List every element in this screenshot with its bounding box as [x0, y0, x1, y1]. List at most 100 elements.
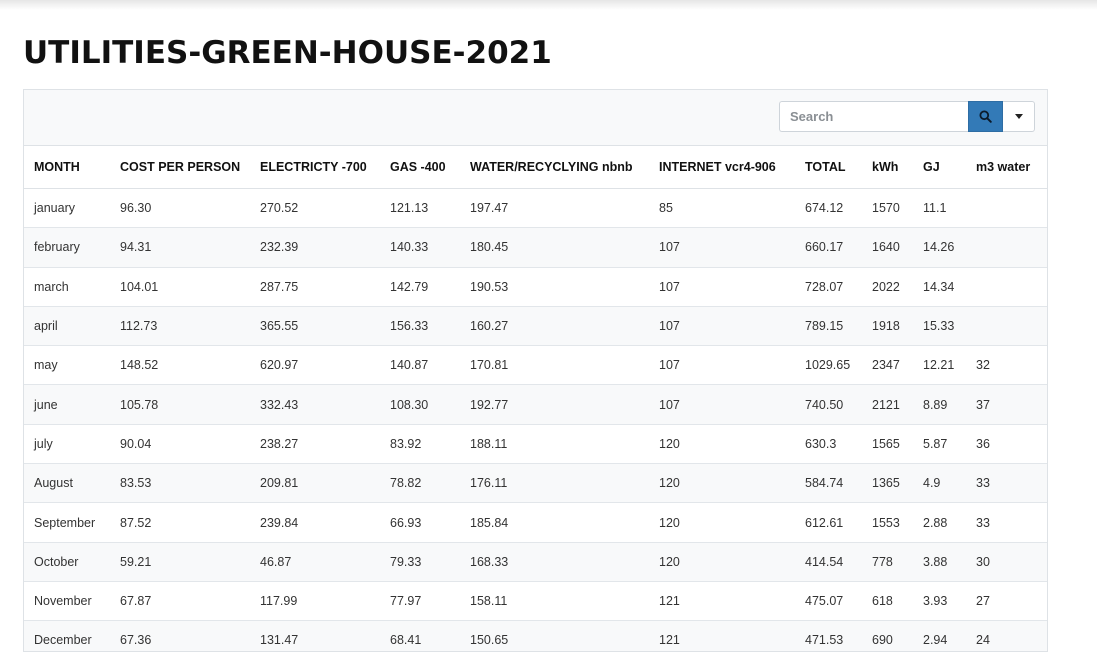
- column-header[interactable]: ELECTRICTY -700: [250, 146, 380, 189]
- table-cell: 121: [649, 580, 795, 621]
- table-cell: 68.41: [380, 620, 460, 651]
- table-cell: 32: [966, 345, 1047, 385]
- table-cell: 674.12: [805, 201, 844, 216]
- table-row: August 83.53 209.81 78.82 176.11 120 584.74 136…: [24, 463, 1047, 503]
- table-cell: 120: [649, 502, 795, 543]
- table-cell: 121.13: [390, 201, 429, 216]
- table-row: December 67.36 131.47 68.41 150.65 121 471.53 6…: [24, 620, 1047, 651]
- table-row: November 67.87 117.99 77.97 158.11 121 475.07 6…: [24, 580, 1047, 621]
- table-cell: 67.87: [110, 580, 250, 621]
- column-header[interactable]: m3 water: [966, 146, 1047, 189]
- table-body: january 96.30 270.52 121.13 197.47 85 674.12 15…: [24, 189, 1047, 651]
- table-cell: 94.31: [110, 227, 250, 268]
- table-cell: april: [24, 305, 110, 346]
- table-cell: August: [24, 463, 110, 503]
- table-cell: 612.61: [795, 502, 862, 543]
- table-cell: 4.9: [913, 463, 966, 503]
- table-cell: 1029.65: [795, 345, 862, 385]
- table-cell: 46.87: [250, 541, 380, 582]
- table-cell: 160.27: [460, 305, 649, 346]
- table-cell: 584.74: [795, 463, 862, 503]
- table-row: april 112.73 365.55 156.33 160.27 107 789.15 19…: [24, 305, 1047, 346]
- table-cell: 197.47: [470, 201, 509, 216]
- utilities-table: MONTH COST PER PERSON ELECTRICTY -700 GAS -…: [24, 146, 1047, 651]
- table-cell: 33: [966, 502, 1047, 543]
- search-button[interactable]: [968, 101, 1003, 132]
- table-cell: july: [24, 423, 110, 464]
- column-header[interactable]: COST PER PERSON: [110, 146, 250, 189]
- table-cell: 120: [649, 423, 795, 464]
- column-header[interactable]: MONTH: [24, 146, 110, 189]
- table-cell: 1570: [872, 201, 900, 216]
- table-cell: 1918: [862, 305, 913, 346]
- table-cell: 77.97: [380, 580, 460, 621]
- table-row: October 59.21 46.87 79.33 168.33 120 414.54 778…: [24, 541, 1047, 582]
- column-header[interactable]: TOTAL: [795, 146, 862, 189]
- table-row: january 96.30 270.52 121.13 197.47 85 674.12 15…: [24, 189, 1047, 228]
- table-cell: 140.33: [380, 227, 460, 268]
- table-cell: 690: [862, 620, 913, 651]
- table-cell: 620.97: [250, 345, 380, 385]
- table-cell: 630.3: [795, 423, 862, 464]
- table-cell: 120: [649, 463, 795, 503]
- caret-down-icon: [1014, 114, 1023, 119]
- table-cell: 107: [649, 345, 795, 385]
- table-cell: November: [24, 580, 110, 621]
- table-cell: 78.82: [380, 463, 460, 503]
- table-cell: 15.33: [913, 305, 966, 346]
- table-cell: 778: [862, 541, 913, 582]
- table-cell: 107: [649, 305, 795, 346]
- table-cell: 85: [659, 201, 673, 216]
- table-cell: 36: [966, 423, 1047, 464]
- table-cell: 12.21: [913, 345, 966, 385]
- table-cell: 1640: [862, 227, 913, 268]
- table-cell: 14.34: [913, 266, 966, 307]
- table-cell: 232.39: [250, 227, 380, 268]
- columns-dropdown-button[interactable]: [1003, 101, 1035, 132]
- table-cell: 270.52: [260, 201, 299, 216]
- table-cell: 24: [966, 620, 1047, 651]
- table-cell: 156.33: [380, 305, 460, 346]
- column-header[interactable]: kWh: [862, 146, 913, 189]
- table-cell: 8.89: [913, 384, 966, 425]
- table-cell: September: [24, 502, 110, 543]
- table-cell: 150.65: [460, 620, 649, 651]
- table-cell: 59.21: [110, 541, 250, 582]
- table-card: MONTHCOST PER PERSONELECTRICTY -700GAS -…: [23, 89, 1048, 652]
- table-cell: 728.07: [795, 266, 862, 307]
- table-cell: 107: [649, 227, 795, 268]
- table-cell: 105.78: [110, 384, 250, 425]
- column-header[interactable]: INTERNET vcr4-906: [649, 146, 795, 189]
- table-row: june 105.78 332.43 108.30 192.77 107 740.50 212…: [24, 384, 1047, 425]
- table-cell: 96.30: [120, 201, 152, 216]
- search-input[interactable]: [779, 101, 968, 132]
- table-row: may 148.52 620.97 140.87 170.81 107 1029.65 234…: [24, 345, 1047, 385]
- table-cell: 33: [966, 463, 1047, 503]
- table-cell: 471.53: [795, 620, 862, 651]
- table-cell: 79.33: [380, 541, 460, 582]
- table-cell: 185.84: [460, 502, 649, 543]
- column-header[interactable]: WATER/RECYCLYING nbnb: [460, 146, 649, 189]
- table-cell: 238.27: [250, 423, 380, 464]
- table-cell: 190.53: [460, 266, 649, 307]
- column-header[interactable]: GJ: [913, 146, 966, 189]
- table-cell: 5.87: [913, 423, 966, 464]
- table-cell: 660.17: [795, 227, 862, 268]
- table-row: july 90.04 238.27 83.92 188.11 120 630.3 1565 5.…: [24, 423, 1047, 464]
- page-title: UTILITIES-GREEN-HOUSE-2021: [23, 35, 552, 71]
- table-cell: 87.52: [110, 502, 250, 543]
- table-cell: 475.07: [795, 580, 862, 621]
- table-cell: 107: [649, 266, 795, 307]
- table-cell: 131.47: [250, 620, 380, 651]
- table-cell: October: [24, 541, 110, 582]
- table-cell: 1365: [862, 463, 913, 503]
- table-header-row: MONTH COST PER PERSON ELECTRICTY -700 GAS -…: [24, 146, 1047, 189]
- table-cell: 414.54: [795, 541, 862, 582]
- table-cell: 158.11: [460, 580, 649, 621]
- table-cell: 192.77: [460, 384, 649, 425]
- column-header[interactable]: GAS -400: [380, 146, 460, 189]
- table-cell: 14.26: [913, 227, 966, 268]
- table-cell: 1553: [862, 502, 913, 543]
- table-cell: 789.15: [795, 305, 862, 346]
- table-cell: june: [24, 384, 110, 425]
